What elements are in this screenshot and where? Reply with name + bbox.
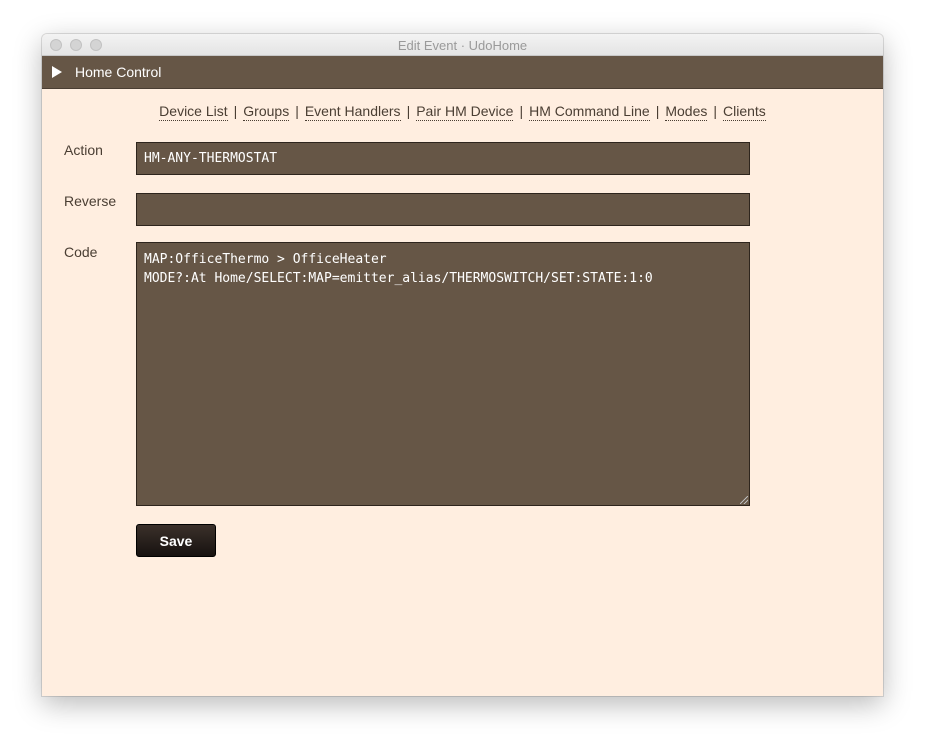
nav-link-event-handlers[interactable]: Event Handlers [304, 103, 401, 121]
code-label: Code [64, 244, 98, 260]
nav-separator: | [655, 103, 660, 119]
nav-link-clients[interactable]: Clients [723, 103, 766, 121]
reverse-label: Reverse [64, 193, 117, 209]
window-title: Edit Event · UdoHome [397, 38, 528, 53]
reverse-input[interactable] [136, 193, 750, 226]
header-title[interactable]: Home Control [75, 64, 161, 80]
nav-link-modes[interactable]: Modes [665, 103, 708, 121]
nav-link-groups[interactable]: Groups [243, 103, 290, 121]
nav-separator: | [713, 103, 718, 119]
code-textarea[interactable] [136, 242, 750, 506]
app-window: Edit Event · UdoHome Home Control Device… [42, 34, 883, 696]
nav-separator: | [406, 103, 411, 119]
nav-link-pair-hm-device[interactable]: Pair HM Device [416, 103, 514, 121]
main-nav: Device List | Groups | Event Handlers | Pair H… [42, 103, 883, 121]
nav-separator: | [519, 103, 524, 119]
action-input[interactable] [136, 142, 750, 175]
window-titlebar: Edit Event · UdoHome [42, 34, 883, 56]
header-bar[interactable]: Home Control [42, 56, 883, 89]
play-icon[interactable] [52, 66, 62, 78]
nav-separator: | [295, 103, 299, 119]
nav-link-hm-command-line[interactable]: HM Command Line [529, 103, 650, 121]
nav-separator: | [233, 103, 238, 119]
save-button[interactable]: Save [136, 524, 216, 557]
nav-link-device-list[interactable]: Device List [159, 103, 228, 121]
action-label: Action [64, 142, 103, 158]
